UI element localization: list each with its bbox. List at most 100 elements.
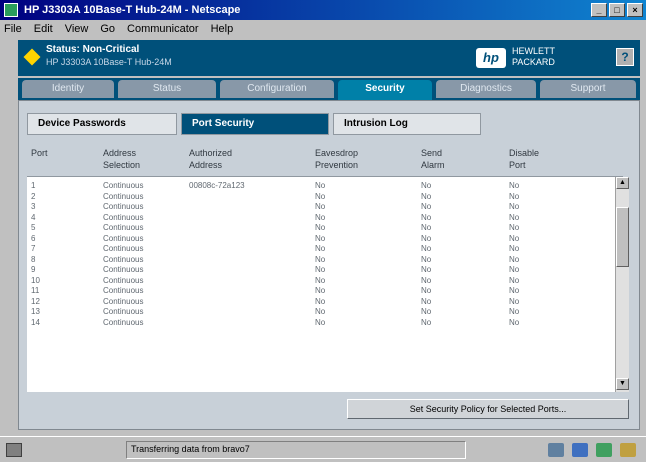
tab-support[interactable]: Support (540, 80, 636, 98)
cell-address-selection: Continuous (103, 244, 144, 253)
help-button[interactable]: ? (616, 48, 634, 66)
cell-port: 3 (31, 202, 36, 211)
table-row[interactable]: 4 Continuous No No No (27, 213, 615, 223)
cell-disable-port: No (509, 286, 520, 295)
security-lock-icon[interactable] (6, 443, 22, 457)
cell-eavesdrop: No (315, 233, 326, 243)
cell-send-alarm: No (421, 202, 432, 211)
menu-go[interactable]: Go (100, 23, 115, 35)
set-security-policy-button[interactable]: Set Security Policy for Selected Ports..… (347, 399, 629, 419)
navigator-icon[interactable] (548, 443, 564, 457)
menu-help[interactable]: Help (211, 23, 234, 35)
device-banner: Status: Non-Critical HP J3303A 10Base-T … (18, 40, 640, 76)
table-row[interactable]: 8 Continuous No No No (27, 255, 615, 265)
col-header-line-2: Address (189, 160, 223, 170)
cell-eavesdrop: No (315, 307, 326, 316)
menu-communicator[interactable]: Communicator (127, 23, 199, 35)
col-header-line-1: Send (421, 148, 443, 158)
table-row[interactable]: 11 Continuous No No No (27, 286, 615, 296)
table-scrollbar[interactable]: ▲ ▼ (615, 177, 629, 392)
cell-address-selection: Continuous (103, 265, 144, 274)
table-row[interactable]: 9 Continuous No No No (27, 265, 615, 275)
cell-send-alarm: No (421, 265, 432, 274)
tab-diagnostics[interactable]: Diagnostics (436, 80, 536, 98)
cell-port: 5 (31, 223, 36, 232)
cell-disable-port: No (509, 233, 520, 243)
cell-eavesdrop: No (315, 286, 326, 295)
tab-identity[interactable]: Identity (22, 80, 114, 98)
window-controls: _ □ × (591, 3, 643, 17)
tab-status[interactable]: Status (118, 80, 216, 98)
cell-address-selection: Continuous (103, 191, 144, 201)
tab-security[interactable]: Security (338, 80, 432, 100)
cell-send-alarm: No (421, 212, 432, 222)
cell-eavesdrop: No (315, 254, 326, 264)
status-text: Transferring data from bravo7 (131, 444, 250, 454)
cell-disable-port: No (509, 191, 520, 201)
cell-port: 1 (31, 181, 36, 190)
menu-view[interactable]: View (65, 23, 89, 35)
cell-send-alarm: No (421, 317, 432, 327)
table-row[interactable]: 1 Continuous 00808c-72a123 No No No (27, 181, 615, 191)
menu-file[interactable]: File (4, 23, 22, 35)
subtab-intrusion-log[interactable]: Intrusion Log (333, 113, 481, 135)
close-button[interactable]: × (627, 3, 643, 17)
hp-brand-name: HEWLETT PACKARD (512, 46, 555, 68)
table-row[interactable]: 10 Continuous No No No (27, 276, 615, 286)
col-header-line-1: Authorized (189, 148, 233, 158)
status-diamond-icon (23, 48, 41, 66)
port-table-body: 1 Continuous 00808c-72a123 No No No 2 Co… (27, 177, 615, 392)
table-row[interactable]: 3 Continuous No No No (27, 202, 615, 212)
brand-line-2: PACKARD (512, 57, 555, 67)
cell-eavesdrop: No (315, 181, 326, 190)
scroll-up-icon[interactable]: ▲ (616, 177, 629, 189)
brand-line-1: HEWLETT (512, 46, 556, 56)
col-header-port: Port (31, 147, 48, 159)
cell-eavesdrop: No (315, 191, 326, 201)
menu-edit[interactable]: Edit (34, 23, 53, 35)
device-status: Status: Non-Critical (46, 44, 140, 55)
col-header-send-alarm: Send Alarm (421, 147, 445, 171)
mail-icon[interactable] (572, 443, 588, 457)
cell-disable-port: No (509, 244, 520, 253)
table-row[interactable]: 13 Continuous No No No (27, 307, 615, 317)
cell-address-selection: Continuous (103, 286, 144, 295)
table-row[interactable]: 2 Continuous No No No (27, 192, 615, 202)
tab-configuration[interactable]: Configuration (220, 80, 334, 98)
cell-address-selection: Continuous (103, 307, 144, 316)
col-header-address-selection: Address Selection (103, 147, 140, 171)
table-row[interactable]: 7 Continuous No No No (27, 244, 615, 254)
table-row[interactable]: 12 Continuous No No No (27, 297, 615, 307)
col-header-line-2: Alarm (421, 160, 445, 170)
scroll-thumb[interactable] (616, 207, 629, 267)
subtab-device-passwords[interactable]: Device Passwords (27, 113, 177, 135)
device-name: HP J3303A 10Base-T Hub-24M (46, 57, 172, 67)
col-header-disable-port: Disable Port (509, 147, 539, 171)
subtab-port-security[interactable]: Port Security (181, 113, 329, 135)
cell-port: 4 (31, 212, 36, 222)
cell-address-selection: Continuous (103, 296, 144, 306)
table-row[interactable]: 5 Continuous No No No (27, 223, 615, 233)
composer-icon[interactable] (620, 443, 636, 457)
menu-bar: File Edit View Go Communicator Help (0, 20, 646, 38)
cell-disable-port: No (509, 254, 520, 264)
col-header-line-2: Prevention (315, 160, 359, 170)
col-header-port-line-1: Port (31, 148, 48, 158)
cell-disable-port: No (509, 317, 520, 327)
cell-port: 14 (31, 317, 40, 327)
maximize-button[interactable]: □ (609, 3, 625, 17)
scroll-down-icon[interactable]: ▼ (616, 378, 629, 390)
cell-send-alarm: No (421, 296, 432, 306)
window-title: HP J3303A 10Base-T Hub-24M - Netscape (24, 4, 241, 16)
minimize-button[interactable]: _ (591, 3, 607, 17)
cell-disable-port: No (509, 307, 520, 316)
discussion-icon[interactable] (596, 443, 612, 457)
cell-eavesdrop: No (315, 265, 326, 274)
cell-disable-port: No (509, 202, 520, 211)
table-row[interactable]: 6 Continuous No No No (27, 234, 615, 244)
cell-eavesdrop: No (315, 317, 326, 327)
cell-address-selection: Continuous (103, 212, 144, 222)
cell-eavesdrop: No (315, 212, 326, 222)
table-row[interactable]: 14 Continuous No No No (27, 318, 615, 328)
cell-send-alarm: No (421, 191, 432, 201)
